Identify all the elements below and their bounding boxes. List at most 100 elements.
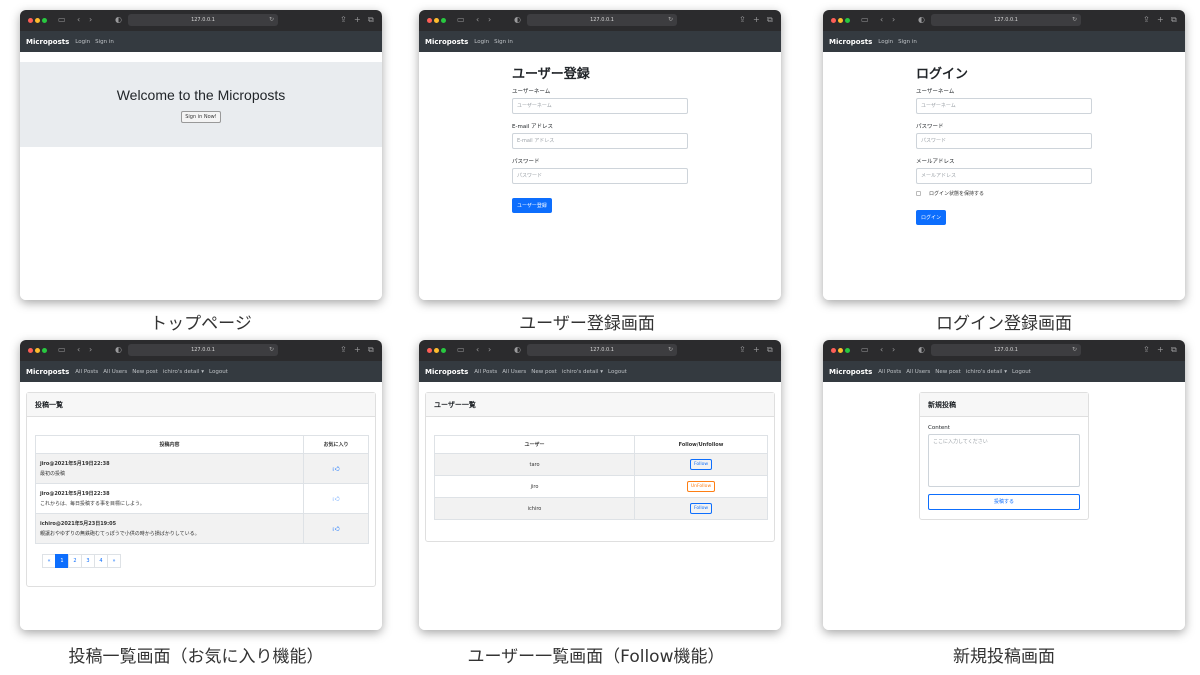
nav-all-users[interactable]: All Users — [103, 369, 127, 375]
back-icon[interactable]: ‹ — [77, 344, 80, 356]
nav-all-users[interactable]: All Users — [906, 369, 930, 375]
close-window-button[interactable] — [831, 18, 836, 23]
privacy-shield-icon[interactable]: ◐ — [918, 344, 925, 356]
nav-all-posts[interactable]: All Posts — [878, 369, 901, 375]
minimize-window-button[interactable] — [35, 348, 40, 353]
address-bar[interactable]: 127.0.0.1 ↻ — [527, 344, 677, 356]
nav-logout[interactable]: Logout — [608, 369, 627, 375]
brand-link[interactable]: Microposts — [829, 368, 872, 376]
back-icon[interactable]: ‹ — [880, 344, 883, 356]
reload-icon[interactable]: ↻ — [1072, 14, 1077, 26]
login-button[interactable]: ログイン — [916, 210, 947, 225]
page-1[interactable]: 1 — [55, 554, 69, 568]
zoom-window-button[interactable] — [845, 348, 850, 353]
nav-all-posts[interactable]: All Posts — [75, 369, 98, 375]
username-input[interactable]: ユーザーネーム — [916, 98, 1092, 114]
privacy-shield-icon[interactable]: ◐ — [115, 14, 122, 26]
email-input[interactable]: E-mail アドレス — [512, 133, 688, 149]
zoom-window-button[interactable] — [845, 18, 850, 23]
brand-link[interactable]: Microposts — [829, 38, 872, 46]
forward-icon[interactable]: › — [892, 14, 895, 26]
follow-button[interactable]: Follow — [689, 503, 713, 514]
unfollow-button[interactable]: UnFollow — [686, 481, 716, 492]
sidebar-icon[interactable]: ▭ — [58, 344, 66, 356]
minimize-window-button[interactable] — [434, 348, 439, 353]
remember-me[interactable]: ログイン状態を保持する — [916, 190, 1092, 197]
nav-new-post[interactable]: New post — [132, 369, 158, 375]
register-button[interactable]: ユーザー登録 — [512, 198, 552, 213]
forward-icon[interactable]: › — [892, 344, 895, 356]
nav-logout[interactable]: Logout — [209, 369, 228, 375]
nav-user-detail-dropdown[interactable]: ichiro's detail ▾ — [562, 369, 603, 375]
close-window-button[interactable] — [427, 348, 432, 353]
address-bar[interactable]: 127.0.0.1 ↻ — [128, 14, 278, 26]
zoom-window-button[interactable] — [42, 348, 47, 353]
page-next[interactable]: » — [107, 554, 121, 568]
minimize-window-button[interactable] — [838, 348, 843, 353]
new-tab-icon[interactable]: + — [354, 14, 361, 26]
share-icon[interactable]: ⇪ — [739, 14, 746, 26]
new-tab-icon[interactable]: + — [1157, 14, 1164, 26]
share-icon[interactable]: ⇪ — [1143, 14, 1150, 26]
reload-icon[interactable]: ↻ — [269, 14, 274, 26]
new-tab-icon[interactable]: + — [753, 344, 760, 356]
minimize-window-button[interactable] — [434, 18, 439, 23]
page-prev[interactable]: « — [42, 554, 56, 568]
close-window-button[interactable] — [427, 18, 432, 23]
tab-overview-icon[interactable]: ⧉ — [368, 14, 374, 26]
username-input[interactable]: ユーザーネーム — [512, 98, 688, 114]
forward-icon[interactable]: › — [89, 344, 92, 356]
zoom-window-button[interactable] — [441, 348, 446, 353]
tab-overview-icon[interactable]: ⧉ — [767, 14, 773, 26]
nav-login[interactable]: Login — [474, 39, 489, 45]
forward-icon[interactable]: › — [89, 14, 92, 26]
close-window-button[interactable] — [28, 348, 33, 353]
nav-signin[interactable]: Sign in — [494, 39, 513, 45]
privacy-shield-icon[interactable]: ◐ — [115, 344, 122, 356]
page-4[interactable]: 4 — [94, 554, 108, 568]
thumbs-up-filled-icon[interactable]: 👍︎ — [332, 465, 339, 473]
nav-logout[interactable]: Logout — [1012, 369, 1031, 375]
sidebar-icon[interactable]: ▭ — [861, 344, 869, 356]
thumbs-up-outline-icon[interactable]: 👍︎ — [332, 495, 339, 503]
share-icon[interactable]: ⇪ — [739, 344, 746, 356]
password-input[interactable]: パスワード — [916, 133, 1092, 149]
zoom-window-button[interactable] — [42, 18, 47, 23]
new-tab-icon[interactable]: + — [354, 344, 361, 356]
page-3[interactable]: 3 — [81, 554, 95, 568]
nav-all-users[interactable]: All Users — [502, 369, 526, 375]
nav-user-detail-dropdown[interactable]: ichiro's detail ▾ — [163, 369, 204, 375]
brand-link[interactable]: Microposts — [26, 38, 69, 46]
reload-icon[interactable]: ↻ — [269, 344, 274, 356]
nav-new-post[interactable]: New post — [935, 369, 961, 375]
forward-icon[interactable]: › — [488, 344, 491, 356]
remember-checkbox[interactable] — [916, 191, 921, 196]
tab-overview-icon[interactable]: ⧉ — [767, 344, 773, 356]
sidebar-icon[interactable]: ▭ — [58, 14, 66, 26]
email-input[interactable]: メールアドレス — [916, 168, 1092, 184]
minimize-window-button[interactable] — [838, 18, 843, 23]
close-window-button[interactable] — [831, 348, 836, 353]
close-window-button[interactable] — [28, 18, 33, 23]
zoom-window-button[interactable] — [441, 18, 446, 23]
password-input[interactable]: パスワード — [512, 168, 688, 184]
signin-now-button[interactable]: Sign in Now! — [181, 111, 221, 123]
share-icon[interactable]: ⇪ — [340, 14, 347, 26]
reload-icon[interactable]: ↻ — [1072, 344, 1077, 356]
sidebar-icon[interactable]: ▭ — [861, 14, 869, 26]
address-bar[interactable]: 127.0.0.1 ↻ — [931, 14, 1081, 26]
sidebar-icon[interactable]: ▭ — [457, 14, 465, 26]
nav-user-detail-dropdown[interactable]: ichiro's detail ▾ — [966, 369, 1007, 375]
reload-icon[interactable]: ↻ — [668, 344, 673, 356]
share-icon[interactable]: ⇪ — [1143, 344, 1150, 356]
submit-post-button[interactable]: 投稿する — [928, 494, 1080, 510]
sidebar-icon[interactable]: ▭ — [457, 344, 465, 356]
minimize-window-button[interactable] — [35, 18, 40, 23]
nav-new-post[interactable]: New post — [531, 369, 557, 375]
forward-icon[interactable]: › — [488, 14, 491, 26]
brand-link[interactable]: Microposts — [425, 38, 468, 46]
new-tab-icon[interactable]: + — [1157, 344, 1164, 356]
follow-button[interactable]: Follow — [689, 459, 713, 470]
nav-signin[interactable]: Sign in — [898, 39, 917, 45]
back-icon[interactable]: ‹ — [476, 344, 479, 356]
